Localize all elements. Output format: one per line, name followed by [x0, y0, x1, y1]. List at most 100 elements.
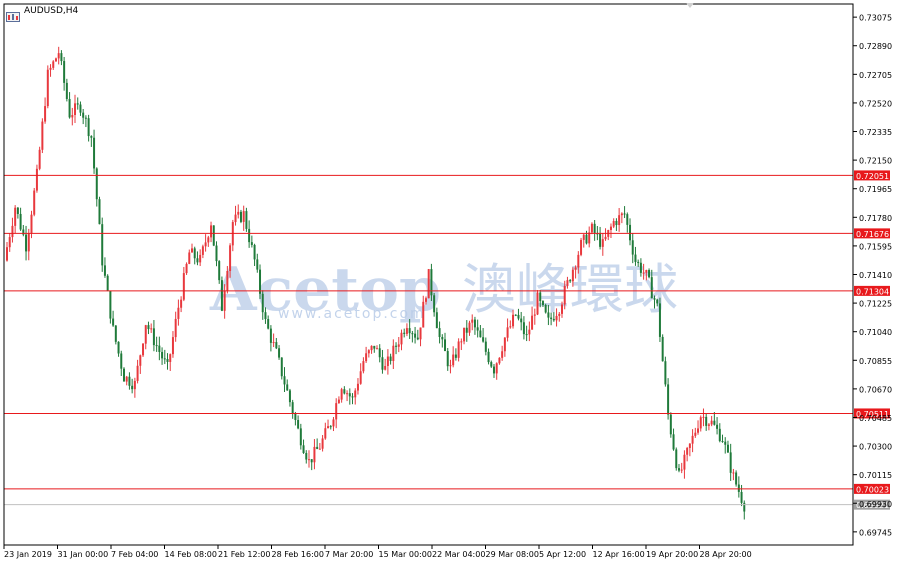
candle-body — [253, 244, 256, 260]
candle-body — [422, 301, 425, 328]
level-label: 0.70023 — [856, 485, 889, 494]
candle-body — [82, 112, 85, 118]
candle-body — [210, 225, 213, 238]
candle-body — [41, 121, 44, 150]
candle-body — [531, 315, 534, 330]
candle-body — [112, 318, 115, 326]
candle-body — [52, 61, 55, 68]
y-tick-label: 0.72335 — [859, 128, 892, 137]
candle-body — [237, 211, 240, 215]
y-tick-label: 0.70115 — [859, 471, 892, 480]
candle-body — [101, 224, 104, 266]
candle-body — [691, 435, 694, 444]
candle-body — [180, 299, 183, 308]
candle-body — [419, 327, 422, 340]
candle-body — [120, 353, 123, 369]
candle-body — [218, 261, 221, 281]
x-tick-label: 23 Jan 2019 — [4, 550, 52, 559]
candle-body — [721, 441, 724, 443]
candle-body — [6, 247, 8, 261]
scroll-marker[interactable] — [686, 3, 694, 8]
candle-body — [204, 242, 207, 247]
candle-body — [416, 337, 419, 340]
candle-body — [405, 328, 408, 334]
candle-body — [365, 353, 368, 362]
candle-body — [503, 337, 506, 352]
x-tick-label: 12 Apr 16:00 — [593, 550, 645, 559]
candle-body — [93, 137, 96, 169]
candle-body — [414, 333, 417, 338]
x-tick-label: 29 Mar 08:00 — [486, 550, 539, 559]
candle-body — [724, 441, 727, 445]
levels-layer: 0.720510.716760.713040.705110.700230.699… — [4, 170, 890, 510]
candle-body — [612, 220, 615, 227]
candle-body — [269, 328, 272, 343]
candle-body — [294, 413, 297, 420]
watermark-chinese: 澳峰環球 — [462, 258, 678, 321]
candle-body — [136, 365, 139, 381]
candle-body — [697, 428, 700, 433]
candle-body — [582, 234, 585, 240]
candle-body — [79, 104, 82, 113]
x-tick-label: 28 Feb 16:00 — [272, 550, 324, 559]
candle-body — [57, 53, 60, 59]
candle-body — [337, 399, 340, 404]
candle-body — [316, 446, 319, 449]
candle-body — [161, 351, 164, 359]
candle-body — [215, 245, 218, 262]
candle-body — [286, 384, 289, 391]
y-tick-label: 0.71595 — [859, 242, 892, 251]
candle-body — [623, 213, 626, 215]
candle-body — [637, 261, 640, 263]
y-tick-label: 0.73075 — [859, 14, 892, 23]
candle-body — [166, 358, 169, 362]
candle-body — [631, 240, 634, 255]
candle-body — [558, 313, 561, 316]
candle-body — [351, 396, 354, 398]
candle-body — [395, 345, 398, 347]
x-tick-label: 21 Feb 12:00 — [218, 550, 270, 559]
candle-body — [185, 263, 188, 274]
y-tick-label: 0.71410 — [859, 271, 892, 280]
candle-body — [245, 211, 248, 229]
candle-body — [44, 106, 47, 122]
candle-body — [90, 136, 93, 138]
candle-body — [686, 448, 689, 455]
candle-body — [163, 358, 166, 360]
candle-body — [528, 329, 531, 335]
candle-body — [650, 277, 653, 299]
candle-body — [392, 345, 395, 361]
candle-body — [302, 445, 305, 453]
x-tick-label: 14 Feb 08:00 — [165, 550, 217, 559]
candle-body — [109, 290, 112, 319]
candle-body — [144, 325, 147, 344]
candle-body — [618, 215, 621, 226]
price-chart[interactable]: Acetop 澳峰環球 www.acetop.com 0.72051 0.7167… — [0, 0, 900, 565]
candle-body — [376, 348, 378, 350]
candle-body — [566, 280, 569, 286]
candle-body — [435, 312, 438, 329]
candle-body — [626, 214, 629, 225]
candle-body — [84, 117, 87, 119]
candle-body — [544, 304, 547, 313]
candle-body — [512, 314, 515, 327]
y-tick-label: 0.70485 — [859, 414, 892, 423]
candle-body — [400, 332, 403, 345]
chart-window-icon — [6, 7, 20, 22]
candle-body — [359, 371, 362, 384]
candle-body — [283, 376, 286, 385]
candle-body — [76, 103, 79, 105]
candle-body — [324, 428, 327, 439]
candle-body — [501, 351, 504, 358]
candle-body — [63, 61, 66, 83]
candle-body — [158, 345, 161, 352]
watermark: Acetop 澳峰環球 www.acetop.com — [209, 255, 678, 325]
candle-body — [460, 341, 463, 343]
candle-body — [680, 469, 683, 471]
candle-body — [446, 351, 449, 367]
x-tick-label: 5 Apr 12:00 — [539, 550, 586, 559]
candle-body — [683, 454, 686, 470]
candle-body — [142, 343, 145, 356]
candle-body — [525, 334, 528, 336]
candle-body — [346, 393, 349, 395]
